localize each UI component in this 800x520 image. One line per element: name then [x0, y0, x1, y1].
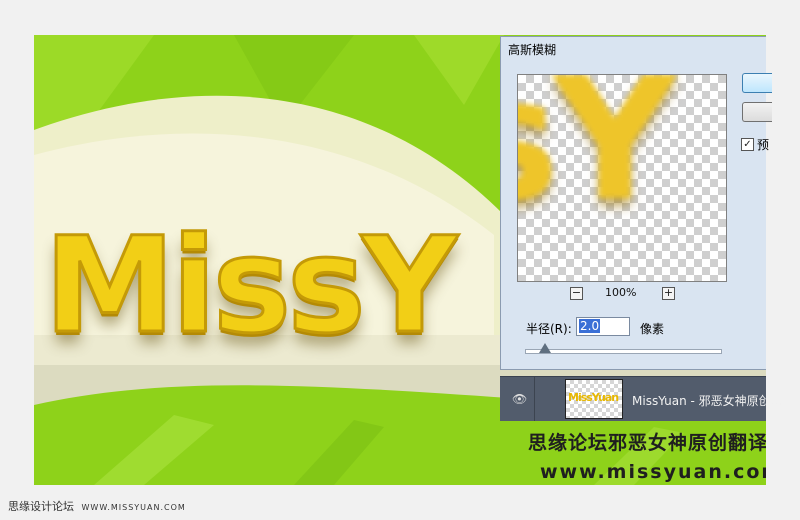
preview-image-text: sY [518, 74, 676, 239]
radius-label: 半径(R): [526, 322, 572, 336]
dialog-title: 高斯模糊 [508, 43, 557, 57]
artwork-title: MissY [42, 209, 458, 363]
blur-preview[interactable]: sY [517, 74, 727, 282]
eye-icon[interactable]: 👁 [512, 392, 527, 406]
cancel-button[interactable] [742, 102, 772, 122]
layer-divider [534, 377, 535, 421]
ok-button[interactable] [742, 73, 772, 93]
footer-credit: 思缘设计论坛 WWW.MISSYUAN.COM [8, 498, 186, 514]
preview-checkbox-label: 预 [757, 138, 770, 152]
layer-row[interactable]: 👁 MissYuan MissYuan - 邪恶女神原创... [500, 376, 782, 421]
radius-input[interactable]: 2.0 [576, 317, 630, 336]
footer-credit-site: WWW.MISSYUAN.COM [81, 503, 186, 512]
footer-credit-cn: 思缘设计论坛 [8, 500, 74, 513]
zoom-out-button[interactable]: − [570, 287, 583, 300]
radius-value: 2.0 [579, 319, 601, 333]
radius-slider-thumb[interactable] [538, 343, 551, 353]
gaussian-blur-dialog: 高斯模糊 sY − 100% + 半径(R): 2.0 像素 ✓ 预 [500, 36, 772, 370]
watermark-url: www.missyuan.com [540, 461, 766, 483]
watermark-chinese: 思缘论坛邪恶女神原创翻译 [528, 432, 766, 454]
layer-thumbnail-text: MissYuan [568, 391, 619, 404]
layer-name[interactable]: MissYuan - 邪恶女神原创... [632, 392, 782, 409]
layer-thumbnail[interactable]: MissYuan [565, 379, 623, 419]
zoom-in-button[interactable]: + [662, 287, 675, 300]
zoom-level: 100% [605, 286, 637, 299]
radius-slider-track[interactable] [525, 349, 722, 354]
preview-checkbox[interactable]: ✓ [741, 138, 754, 151]
radius-unit: 像素 [640, 322, 665, 336]
